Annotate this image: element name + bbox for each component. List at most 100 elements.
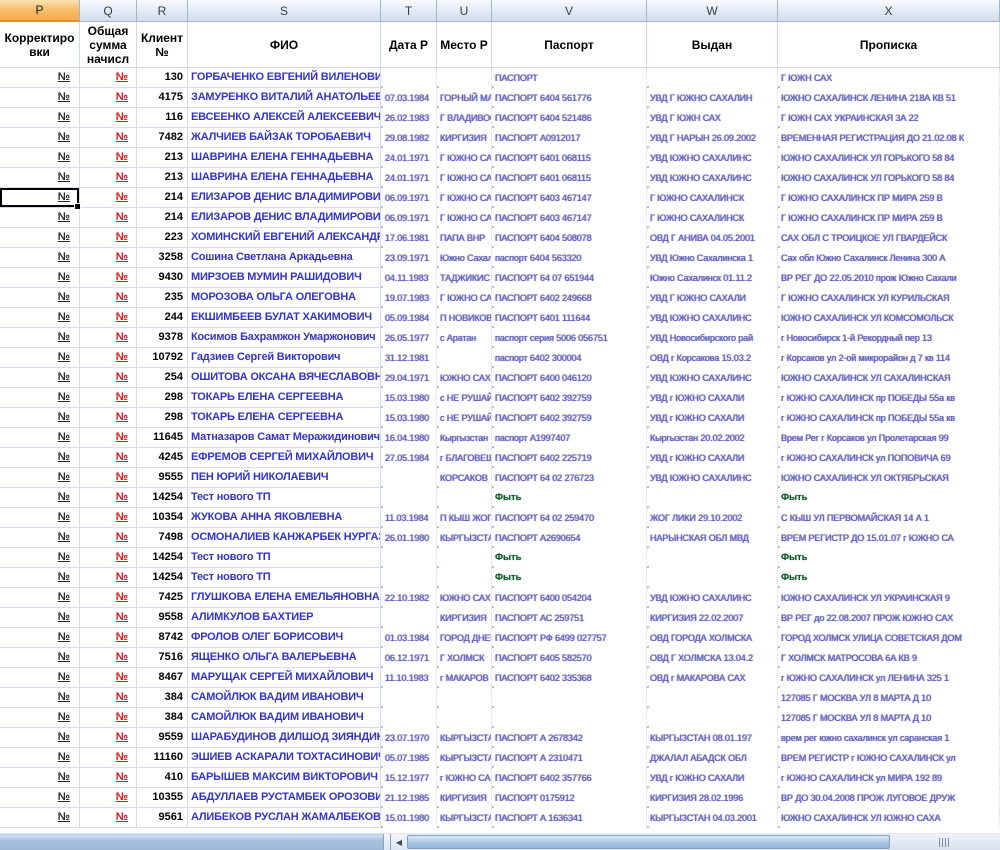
cell-v[interactable]: ПАСПОРТ 0175912 xyxy=(492,788,647,808)
cell-q[interactable]: № xyxy=(80,668,137,688)
left-pane-scrollbar[interactable] xyxy=(0,834,383,850)
cell-p[interactable]: № xyxy=(0,688,80,708)
cell-u[interactable]: КЫРГЫЗСТАН xyxy=(437,808,492,828)
cell-q[interactable]: № xyxy=(80,488,137,508)
cell-q[interactable]: № xyxy=(80,808,137,828)
cell-t[interactable] xyxy=(381,488,437,508)
cell-q[interactable]: № xyxy=(80,348,137,368)
cell-x[interactable]: г ЮЖНО САХАЛИНСК пр ПОБЕДЫ 55а кв xyxy=(778,408,1000,428)
cell-t[interactable]: 06.09.1971 xyxy=(381,208,437,228)
cell-w[interactable] xyxy=(647,688,778,708)
cell-x[interactable]: ВР РЕГ до 22.08.2007 ПРОЖ ЮЖНО САХ xyxy=(778,608,1000,628)
cell-t[interactable]: 05.07.1985 xyxy=(381,748,437,768)
cell-p[interactable]: № xyxy=(0,128,80,148)
cell-x[interactable]: Г ХОЛМСК МАТРОСОВА 6А КВ 9 xyxy=(778,648,1000,668)
cell-q[interactable]: № xyxy=(80,168,137,188)
cell-w[interactable]: УВД Г ЮЖНО САХАЛИ xyxy=(647,288,778,308)
cell-u[interactable] xyxy=(437,688,492,708)
cell-q[interactable]: № xyxy=(80,288,137,308)
cell-v[interactable]: ПАСПОРТ 6402 335368 xyxy=(492,668,647,688)
cell-p[interactable]: № xyxy=(0,88,80,108)
cell-q[interactable]: № xyxy=(80,108,137,128)
cell-v[interactable]: ПАСПОРТ 6402 392759 xyxy=(492,388,647,408)
cell-r[interactable]: 3258 xyxy=(137,248,188,268)
cell-t[interactable]: 26.01.1980 xyxy=(381,528,437,548)
scrollbar-track[interactable] xyxy=(407,834,1000,850)
column-letter-q[interactable]: Q xyxy=(80,0,137,22)
cell-t[interactable]: 27.05.1984 xyxy=(381,448,437,468)
column-letter-t[interactable]: T xyxy=(381,0,437,22)
cell-w[interactable]: Кыргызстан 20.02.2002 xyxy=(647,428,778,448)
cell-w[interactable] xyxy=(647,708,778,728)
cell-w[interactable]: ОВД Г АНИВА 04.05.2001 xyxy=(647,228,778,248)
cell-s[interactable]: АЛИБЕКОВ РУСЛАН ЖАМАЛБЕКОВИЧ xyxy=(188,808,381,828)
cell-q[interactable]: № xyxy=(80,268,137,288)
cell-q[interactable]: № xyxy=(80,248,137,268)
cell-x[interactable]: Г ЮЖНО САХАЛИНСК УЛ КУРИЛЬСКАЯ xyxy=(778,288,1000,308)
cell-p[interactable]: № xyxy=(0,388,80,408)
cell-t[interactable]: 31.12.1981 xyxy=(381,348,437,368)
cell-t[interactable] xyxy=(381,608,437,628)
cell-p[interactable]: № xyxy=(0,368,80,388)
cell-r[interactable]: 410 xyxy=(137,768,188,788)
cell-x[interactable]: 127085 Г МОСКВА УЛ 8 МАРТА Д 10 xyxy=(778,688,1000,708)
cell-u[interactable]: КИРГИЗИЯ xyxy=(437,128,492,148)
cell-x[interactable]: г Новосибирск 1-й Рекордный пер 13 xyxy=(778,328,1000,348)
cell-r[interactable]: 213 xyxy=(137,168,188,188)
cell-s[interactable]: ЕВСЕЕНКО АЛЕКСЕЙ АЛЕКСЕЕВИЧ xyxy=(188,108,381,128)
cell-x[interactable]: ЮЖНО САХАЛИНСК УЛ ЮЖНО САХА xyxy=(778,808,1000,828)
cell-q[interactable]: № xyxy=(80,448,137,468)
cell-w[interactable] xyxy=(647,68,778,88)
cell-r[interactable]: 14254 xyxy=(137,568,188,588)
cell-s[interactable]: ШАРАБУДИНОВ ДИЛШОД ЗИЯНДИН xyxy=(188,728,381,748)
cell-s[interactable]: ЕФРЕМОВ СЕРГЕЙ МИХАЙЛОВИЧ xyxy=(188,448,381,468)
column-letter-u[interactable]: U xyxy=(437,0,492,22)
cell-v[interactable]: ПАСПОРТ 64 02 276723 xyxy=(492,468,647,488)
cell-w[interactable]: УВД ЮЖНО САХАЛИНС xyxy=(647,588,778,608)
cell-r[interactable]: 298 xyxy=(137,388,188,408)
cell-v[interactable]: ПАСПОРТ А0912017 xyxy=(492,128,647,148)
cell-r[interactable]: 214 xyxy=(137,208,188,228)
cell-r[interactable]: 4175 xyxy=(137,88,188,108)
cell-x[interactable]: г Корсаков ул 2-ой микрорайон д 7 кв 114 xyxy=(778,348,1000,368)
cell-p[interactable]: № xyxy=(0,148,80,168)
cell-v[interactable]: паспорт серия 5006 056751 xyxy=(492,328,647,348)
cell-u[interactable]: ПАПА ВНР xyxy=(437,228,492,248)
cell-w[interactable]: ЖОГ ЛИКИ 29.10.2002 xyxy=(647,508,778,528)
cell-q[interactable]: № xyxy=(80,508,137,528)
cell-v[interactable] xyxy=(492,688,647,708)
cell-w[interactable]: Г ЮЖНО САХАЛИНСК xyxy=(647,208,778,228)
cell-q[interactable]: № xyxy=(80,148,137,168)
cell-u[interactable]: ГОРНЫЙ МАК xyxy=(437,88,492,108)
cell-t[interactable]: 19.07.1983 xyxy=(381,288,437,308)
cell-s[interactable]: Косимов Бахрамжон Умаржонович xyxy=(188,328,381,348)
cell-s[interactable]: Гадзиев Сергей Викторович xyxy=(188,348,381,368)
cell-s[interactable]: ЖУКОВА АННА ЯКОВЛЕВНА xyxy=(188,508,381,528)
cell-x[interactable]: Г ЮЖНО САХАЛИНСК ПР МИРА 259 В xyxy=(778,188,1000,208)
cell-w[interactable]: ОВД г МАКАРОВА САХ xyxy=(647,668,778,688)
cell-w[interactable]: УВД ЮЖНО САХАЛИНС xyxy=(647,308,778,328)
cell-s[interactable]: ТОКАРЬ ЕЛЕНА СЕРГЕЕВНА xyxy=(188,408,381,428)
cell-r[interactable]: 9561 xyxy=(137,808,188,828)
cell-w[interactable]: Южно Сахалинск 01.11.2 xyxy=(647,268,778,288)
cell-r[interactable]: 9558 xyxy=(137,608,188,628)
cell-t[interactable]: 24.01.1971 xyxy=(381,168,437,188)
column-letter-p[interactable]: P xyxy=(0,0,80,22)
cell-r[interactable]: 223 xyxy=(137,228,188,248)
cell-p[interactable]: № xyxy=(0,168,80,188)
cell-s[interactable]: БАРЫШЕВ МАКСИМ ВИКТОРОВИЧ xyxy=(188,768,381,788)
cell-s[interactable]: ШАВРИНА ЕЛЕНА ГЕННАДЬЕВНА xyxy=(188,148,381,168)
cell-w[interactable]: УВД Г ЮЖН САХ xyxy=(647,108,778,128)
cell-s[interactable]: МАРУЩАК СЕРГЕЙ МИХАЙЛОВИЧ xyxy=(188,668,381,688)
cell-r[interactable]: 10354 xyxy=(137,508,188,528)
cell-u[interactable]: Г ВЛАДИВОСТОК xyxy=(437,108,492,128)
cell-s[interactable]: ЕЛИЗАРОВ ДЕНИС ВЛАДИМИРОВИЧ xyxy=(188,208,381,228)
cell-w[interactable]: УВД ЮЖНО САХАЛИНС xyxy=(647,468,778,488)
cell-v[interactable]: паспорт А1997407 xyxy=(492,428,647,448)
cell-q[interactable]: № xyxy=(80,308,137,328)
cell-t[interactable] xyxy=(381,568,437,588)
cell-x[interactable]: ВР ДО 30.04.2008 ПРОЖ ЛУГОВОЕ ДРУЖ xyxy=(778,788,1000,808)
cell-w[interactable] xyxy=(647,488,778,508)
cell-x[interactable]: ЮЖНО САХАЛИНСК УЛ ГОРЬКОГО 58 84 xyxy=(778,148,1000,168)
cell-r[interactable]: 116 xyxy=(137,108,188,128)
